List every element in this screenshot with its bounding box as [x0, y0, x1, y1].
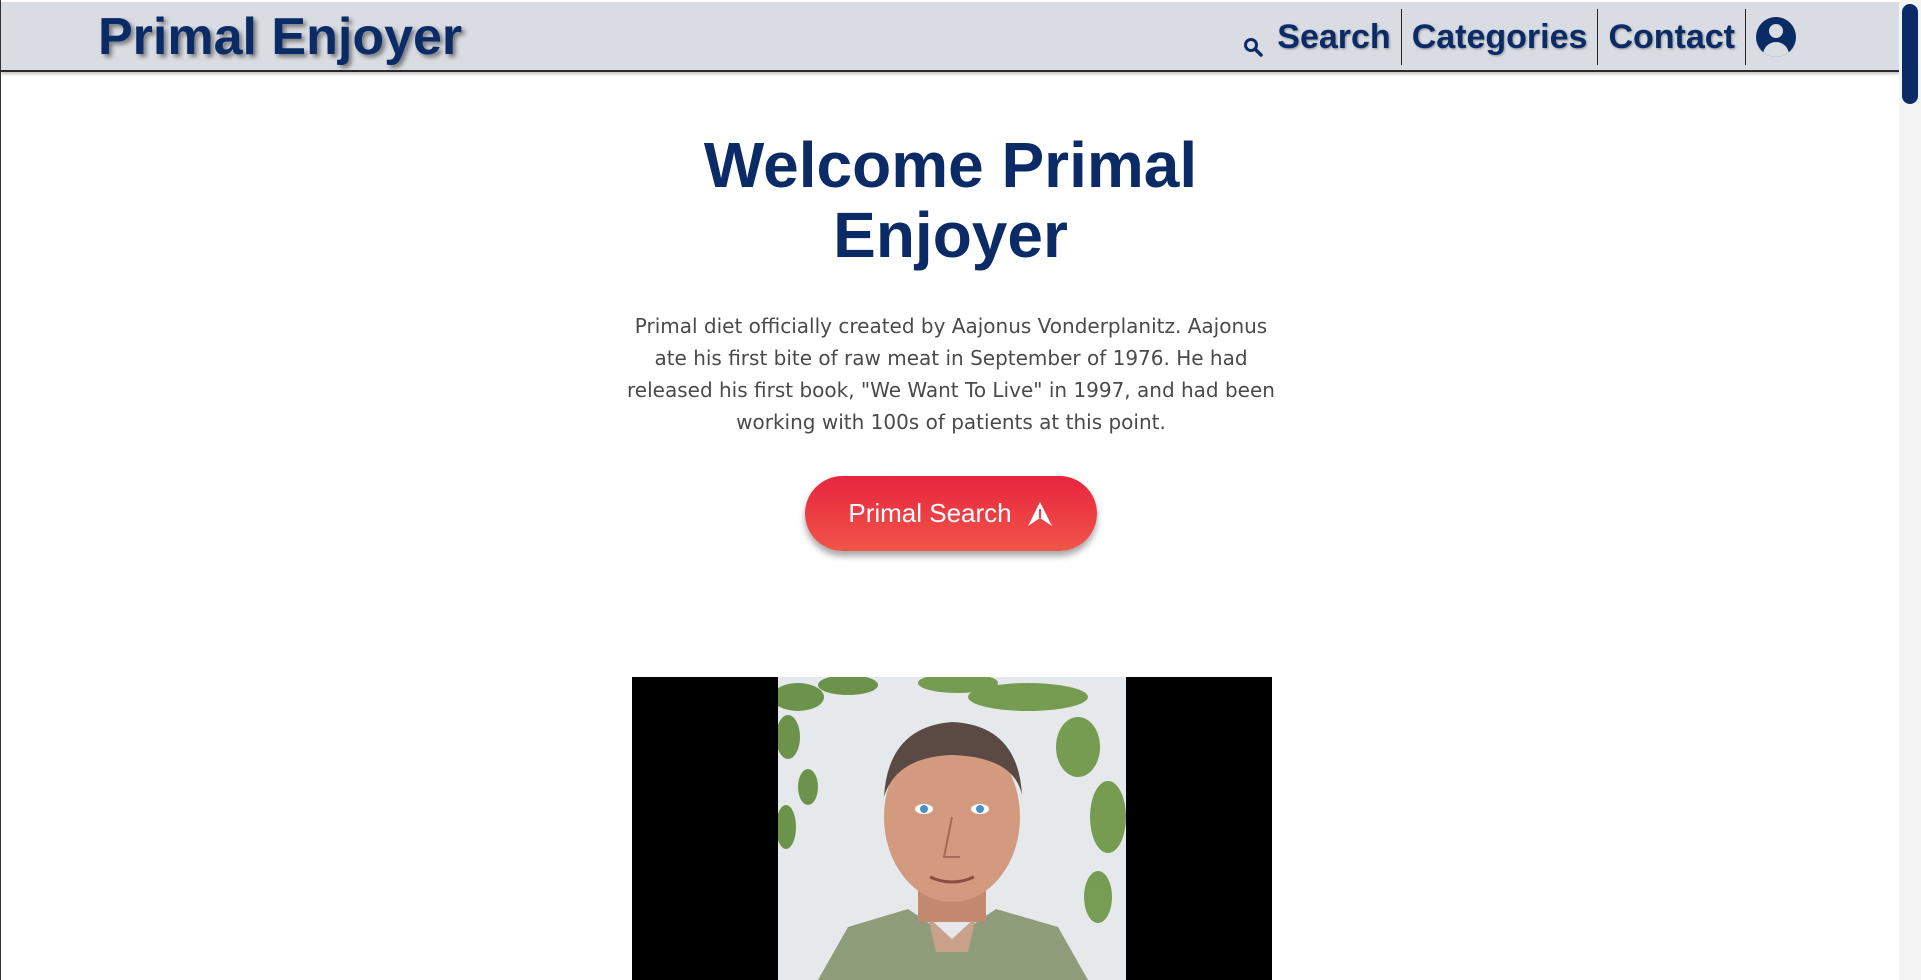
primal-search-button[interactable]: Primal Search: [805, 476, 1097, 551]
nav-search-link[interactable]: Search: [1233, 9, 1400, 65]
arrow-up-icon: [1026, 500, 1054, 528]
avatar-body-shape: [1763, 42, 1789, 57]
nav-categories-link[interactable]: Categories: [1402, 9, 1598, 65]
hero-title-line-2: Enjoyer: [833, 199, 1068, 271]
main-nav: Search Categories Contact: [1233, 8, 1796, 66]
primal-search-button-label: Primal Search: [848, 498, 1012, 528]
hero-title: Welcome Primal Enjoyer: [1, 130, 1900, 270]
nav-categories-label: Categories: [1411, 17, 1588, 56]
nav-divider: [1745, 9, 1746, 65]
nav-contact-link[interactable]: Contact: [1598, 9, 1745, 65]
scrollbar-thumb[interactable]: [1902, 4, 1918, 104]
portrait-photo: [778, 677, 1126, 980]
nav-search-label: Search: [1277, 17, 1391, 56]
site-header: Primal Enjoyer Search Categories Contact: [1, 2, 1900, 72]
search-icon: [1243, 27, 1264, 57]
page: Primal Enjoyer Search Categories Contact: [0, 0, 1921, 980]
avatar-head-shape: [1769, 24, 1783, 38]
site-logo[interactable]: Primal Enjoyer: [98, 8, 462, 66]
user-circle-icon[interactable]: [1756, 17, 1796, 57]
hero-title-line-1: Welcome Primal: [703, 129, 1198, 201]
video-player[interactable]: [632, 677, 1272, 980]
hero-description: Primal diet officially created by Aajonu…: [627, 314, 1275, 434]
page-scrollbar[interactable]: [1899, 0, 1921, 980]
nav-contact-label: Contact: [1608, 17, 1735, 56]
